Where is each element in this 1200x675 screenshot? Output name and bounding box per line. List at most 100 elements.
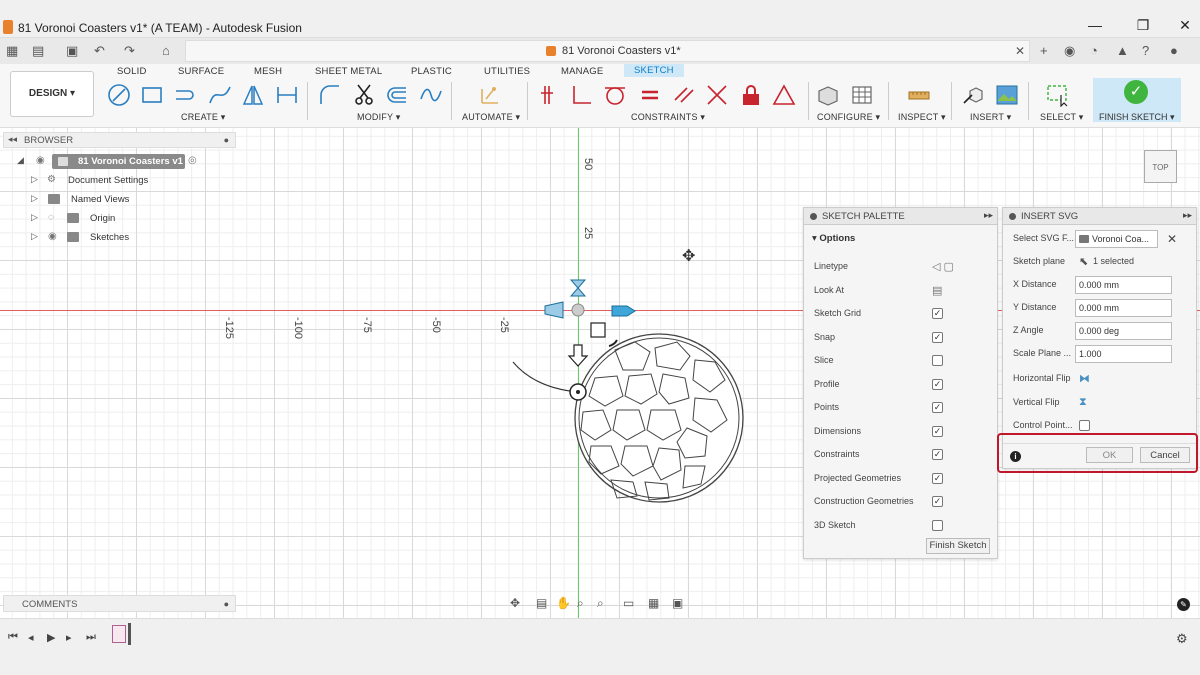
look-at-icon[interactable]: ▤ [932,284,942,297]
modify-group-label[interactable]: MODIFY ▾ [357,112,400,123]
zoom-icon[interactable]: ⌕ [577,596,584,611]
palette-option-checkbox[interactable] [932,355,943,366]
pin-icon[interactable]: ● [224,599,229,609]
finish-sketch-palette-button[interactable]: Finish Sketch [926,538,990,554]
inspect-group-label[interactable]: INSPECT ▾ [898,112,946,123]
linetype-icon[interactable]: ◁ ▢ [932,260,954,273]
comment-bubble-icon[interactable]: ✎ [1177,598,1190,611]
hidden-eye-icon[interactable]: ◌ [48,212,54,223]
rectangle-tool-icon[interactable] [139,82,165,108]
palette-option-checkbox[interactable]: ✓ [932,402,943,413]
user-avatar-icon[interactable]: ● [1170,43,1178,58]
document-tab[interactable]: 81 Voronoi Coasters v1* ✕ [185,40,1030,62]
document-close-icon[interactable]: ✕ [1015,44,1025,58]
tab-utilities[interactable]: UTILITIES [484,66,530,77]
activate-radio-icon[interactable]: ◎ [188,155,197,166]
scale-plane-input[interactable] [1075,345,1172,363]
viewcube[interactable]: TOP [1144,150,1177,183]
go-to-start-icon[interactable]: ⏮ [8,631,18,644]
minimize-button[interactable]: — [1080,17,1110,33]
automate-tool-icon[interactable] [477,82,503,108]
trim-tool-icon[interactable] [351,82,377,108]
control-point-checkbox[interactable] [1079,420,1090,431]
parallel-constraint-icon[interactable] [671,82,697,108]
help-icon[interactable]: ? [1142,43,1149,58]
timeline-marker[interactable] [128,623,131,645]
expand-triangle-icon[interactable]: ▷ [31,212,38,223]
collapse-triangle-icon[interactable]: ◢ [17,155,24,166]
browser-root-component[interactable]: ◢ ◉ 81 Voronoi Coasters v1 ◎ [17,154,210,170]
vertical-flip-icon[interactable]: ⧗ [1079,396,1087,409]
redo-icon[interactable]: ↷ [124,43,135,59]
mirror-tool-icon[interactable] [240,82,266,108]
perpendicular-constraint-icon[interactable] [569,82,595,108]
collinear-constraint-icon[interactable] [704,82,730,108]
undo-icon[interactable]: ↶ [94,43,105,59]
browser-item-sketches[interactable]: ▷ ◉ Sketches [31,230,231,246]
spline-tool-icon[interactable] [207,82,233,108]
symmetry-constraint-icon[interactable] [771,82,797,108]
look-at-icon[interactable]: ▤ [536,596,547,610]
coincident-constraint-icon[interactable] [536,82,562,108]
grid-settings-icon[interactable]: ▦ [648,596,659,610]
dimension-tool-icon[interactable] [274,82,300,108]
tab-solid[interactable]: SOLID [117,66,147,77]
expand-triangle-icon[interactable]: ▷ [31,174,38,185]
browser-item-origin[interactable]: ▷ ◌ Origin [31,211,231,227]
save-icon[interactable]: ▣ [66,43,78,59]
x-distance-input[interactable] [1075,276,1172,294]
insert-group-label[interactable]: INSERT ▾ [970,112,1011,123]
equal-constraint-icon[interactable] [637,82,663,108]
expand-triangle-icon[interactable]: ▷ [31,231,38,242]
zoom-window-icon[interactable]: ⌕ [597,596,604,611]
sketch-plane-selection[interactable]: 1 selected [1093,256,1134,266]
go-to-end-icon[interactable]: ⏭ [86,631,96,644]
y-distance-input[interactable] [1075,299,1172,317]
select-svg-file-button[interactable]: Voronoi Coa... [1075,230,1158,248]
tab-mesh[interactable]: MESH [254,66,282,77]
automate-group-label[interactable]: AUTOMATE ▾ [462,112,520,123]
timeline-sketch-feature-icon[interactable] [112,625,126,643]
palette-option-checkbox[interactable]: ✓ [932,425,943,437]
collapse-icon[interactable]: ◂◂ [8,134,17,145]
options-section-header[interactable]: ▾ Options [812,233,855,244]
viewports-icon[interactable]: ▣ [672,596,683,610]
expand-triangle-icon[interactable]: ▷ [31,193,38,204]
palette-option-checkbox[interactable]: ✓ [932,378,943,390]
timeline-settings-gear-icon[interactable]: ⚙ [1176,631,1188,647]
voronoi-coaster-sketch[interactable] [505,270,755,510]
create-group-label[interactable]: CREATE ▾ [181,112,225,123]
insert-svg-header[interactable]: INSERT SVG ▸▸ [1003,208,1196,225]
palette-option-checkbox[interactable]: ✓ [932,472,943,484]
browser-item-document-settings[interactable]: ▷ ⚙ Document Settings [31,173,231,189]
slot-tool-icon[interactable] [172,82,198,108]
insert-image-icon[interactable] [994,82,1020,108]
job-status-icon[interactable]: ◔ [1090,43,1098,58]
horizontal-flip-icon[interactable]: ⧓ [1079,372,1090,385]
pin-icon[interactable]: ● [224,135,229,145]
configure-table-icon[interactable] [849,82,875,108]
browser-panel-header[interactable]: ◂◂ BROWSER ● [3,132,236,148]
file-menu-icon[interactable]: ▤ [32,43,44,59]
close-window-button[interactable]: ✕ [1170,17,1200,34]
palette-option-checkbox[interactable]: ✓ [932,449,943,460]
tab-sheet-metal[interactable]: SHEET METAL [315,66,382,77]
offset-tool-icon[interactable] [384,82,410,108]
measure-ruler-icon[interactable] [906,82,932,108]
configure-cube-icon[interactable] [815,82,841,108]
sketch-palette-header[interactable]: SKETCH PALETTE ▸▸ [804,208,997,225]
pan-hand-icon[interactable]: ✋ [556,596,571,610]
select-window-icon[interactable] [1045,82,1071,108]
visibility-eye-icon[interactable]: ◉ [48,231,57,242]
constraints-group-label[interactable]: CONSTRAINTS ▾ [631,112,705,123]
expand-panel-icon[interactable]: ▸▸ [984,210,993,221]
select-cursor-icon[interactable]: ⬉ [1079,255,1088,268]
palette-option-checkbox[interactable]: ✓ [932,331,943,343]
display-settings-icon[interactable]: ▭ [623,596,634,610]
tab-manage[interactable]: MANAGE [561,66,603,77]
select-group-label[interactable]: SELECT ▾ [1040,112,1083,123]
palette-option-checkbox[interactable]: ✓ [932,308,943,319]
online-status-icon[interactable]: ◉ [1064,43,1075,59]
root-component-pill[interactable]: 81 Voronoi Coasters v1 [52,154,185,169]
workspace-switcher[interactable]: DESIGN ▾ [10,71,94,117]
